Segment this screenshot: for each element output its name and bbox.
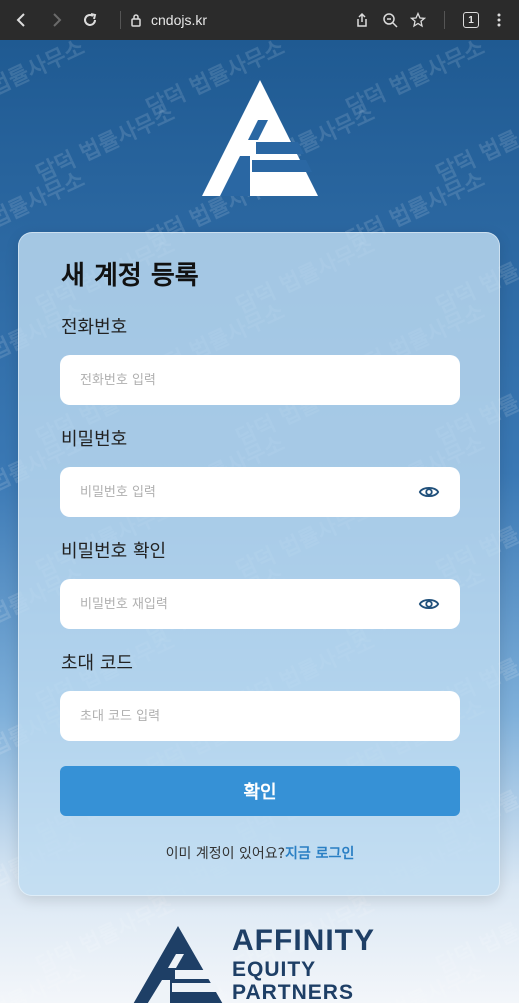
brand-line2: EQUITY xyxy=(232,958,317,981)
password-confirm-label: 비밀번호 확인 xyxy=(61,541,167,562)
bookmark-star-icon[interactable] xyxy=(408,10,428,30)
invite-code-input[interactable] xyxy=(80,708,440,724)
eye-icon[interactable] xyxy=(418,593,440,615)
signin-prompt-text: 이미 계정이 있어요? xyxy=(165,846,286,862)
invite-code-field[interactable] xyxy=(60,691,460,741)
phone-label: 전화번호 xyxy=(61,317,128,338)
page-title: 새 계정 등록 xyxy=(61,261,199,291)
app-logo xyxy=(202,80,318,196)
forward-icon[interactable] xyxy=(44,8,68,32)
confirm-button[interactable]: 확인 xyxy=(60,766,460,816)
signup-card: 새 계정 등록 전화번호 비밀번호 비밀번호 확인 초대 코드 확인 이미 계정… xyxy=(18,232,500,896)
watermark-text: 담덕 법률사무소 xyxy=(432,893,519,980)
watermark-text: 담덕 법률사무소 xyxy=(0,40,89,121)
watermark-text: 담덕 법률사무소 xyxy=(342,40,489,122)
brand-line1: AFFINITY xyxy=(232,924,375,957)
back-icon[interactable] xyxy=(10,8,34,32)
tab-count: 1 xyxy=(463,12,479,28)
reload-icon[interactable] xyxy=(78,8,102,32)
page-background: 담덕 법률사무소담덕 법률사무소담덕 법률사무소담덕 법률사무소담덕 법률사무소… xyxy=(0,40,519,1003)
eye-icon[interactable] xyxy=(418,481,440,503)
toolbar-divider xyxy=(120,11,121,29)
password-input[interactable] xyxy=(80,484,418,500)
brand-line3: PARTNERS xyxy=(232,981,354,1003)
watermark-text: 담덕 법률사무소 xyxy=(432,101,519,188)
toolbar-divider xyxy=(444,11,445,29)
signin-prompt-row: 이미 계정이 있어요?지금 로그인 xyxy=(19,843,501,863)
signin-link[interactable]: 지금 로그인 xyxy=(285,846,354,862)
share-icon[interactable] xyxy=(352,10,372,30)
watermark-text: 담덕 법률사무소 xyxy=(32,101,179,188)
browser-toolbar: cndojs.kr 1 xyxy=(0,0,519,40)
brand-logo xyxy=(133,926,223,1003)
phone-field[interactable] xyxy=(60,355,460,405)
password-label: 비밀번호 xyxy=(61,429,128,450)
watermark-text: 담덕 법률사무소 xyxy=(0,959,89,1003)
invite-code-label: 초대 코드 xyxy=(61,653,133,674)
address-bar[interactable]: cndojs.kr xyxy=(129,6,352,34)
menu-dots-icon[interactable] xyxy=(489,10,509,30)
tab-switcher-button[interactable]: 1 xyxy=(461,10,481,30)
password-field[interactable] xyxy=(60,467,460,517)
lock-icon xyxy=(131,14,141,27)
phone-input[interactable] xyxy=(80,372,440,388)
password-confirm-field[interactable] xyxy=(60,579,460,629)
password-confirm-input[interactable] xyxy=(80,596,418,612)
zoom-icon[interactable] xyxy=(380,10,400,30)
brand-footer: AFFINITY EQUITY PARTNERS xyxy=(130,926,375,1003)
brand-name: AFFINITY EQUITY PARTNERS xyxy=(232,926,375,1003)
url-text: cndojs.kr xyxy=(151,12,208,28)
